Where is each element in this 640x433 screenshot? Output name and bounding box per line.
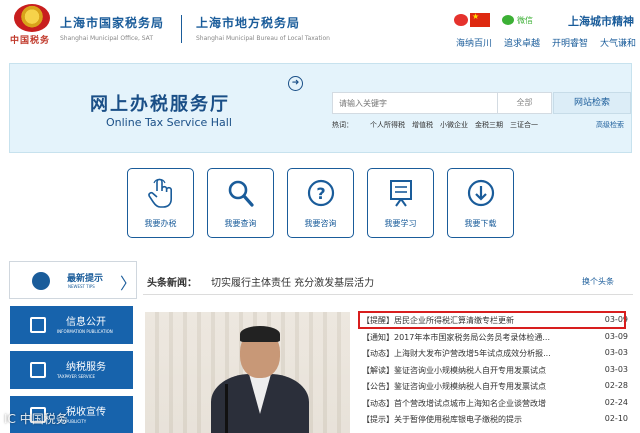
handle-tax-button[interactable]: 我要办税	[127, 168, 194, 238]
news-item-title[interactable]: 【提示】关于暂停使用税库银电子缴税的提示	[362, 414, 588, 425]
city-spirit-title: 上海城市精神	[568, 15, 634, 28]
news-item-date: 03-03	[604, 348, 628, 357]
site-header: 中国税务 上海市国家税务局 Shanghai Municipal Office,…	[0, 0, 640, 58]
taxpayer-service-label-en: TAXPAYER SERVICE	[57, 374, 96, 379]
news-item-title[interactable]: 【动态】首个营改增试点城市上海知名企业谈营改增	[362, 398, 588, 409]
local-tax-bureau-logo[interactable]: 上海市地方税务局 Shanghai Municipal Bureau of Lo…	[196, 14, 330, 42]
news-item-date: 02-10	[604, 414, 628, 423]
spirit-word: 追求卓越	[503, 39, 540, 49]
learn-button[interactable]: 我要学习	[367, 168, 434, 238]
svg-text:?: ?	[316, 184, 325, 203]
microphone-icon	[225, 384, 228, 433]
consult-button[interactable]: ? 我要咨询	[287, 168, 354, 238]
photo-person-hair	[240, 326, 280, 342]
download-label: 我要下载	[464, 219, 497, 228]
chevron-right-icon: 〉	[120, 274, 137, 293]
header-divider	[181, 15, 182, 43]
tax-emblem-icon	[14, 4, 50, 32]
site-search-button[interactable]: 网站检索	[553, 92, 631, 114]
document-icon	[30, 317, 46, 333]
query-button[interactable]: 我要查询	[207, 168, 274, 238]
lightbulb-icon	[32, 272, 50, 290]
weibo-icon[interactable]	[454, 14, 468, 26]
news-item-title[interactable]: 【动态】上海财大发布沪营改增5年试点成效分析报...	[362, 348, 588, 359]
headline-news-link[interactable]: 切实履行主体责任 充分激发基层活力	[211, 274, 374, 289]
news-item[interactable]: 【公告】鉴证咨询业小规模纳税人自开专用发票试点 02-28	[362, 380, 630, 397]
taxpayer-service-button[interactable]: 纳税服务 TAXPAYER SERVICE	[10, 351, 133, 389]
question-icon: ?	[288, 177, 353, 209]
hot-keywords: 个人所得税 增值税 小微企业 金税三期 三证合一	[370, 120, 538, 130]
spirit-word: 海纳百川	[456, 39, 493, 49]
sat-office-logo[interactable]: 上海市国家税务局 Shanghai Municipal Office, SAT	[60, 14, 164, 42]
download-icon	[448, 177, 513, 209]
local-tax-bureau-name: 上海市地方税务局	[196, 16, 301, 30]
query-label: 我要查询	[224, 219, 257, 228]
headline-news-label: 头条新闻：	[147, 278, 197, 289]
news-item[interactable]: 【动态】上海财大发布沪营改增5年试点成效分析报... 03-03	[362, 347, 630, 364]
news-item[interactable]: 【动态】首个营改增试点城市上海知名企业谈营改增 02-24	[362, 397, 630, 414]
learn-label: 我要学习	[384, 219, 417, 228]
download-button[interactable]: 我要下载	[447, 168, 514, 238]
news-divider	[143, 294, 633, 295]
search-scope-select[interactable]: 全部	[498, 92, 552, 114]
online-tax-hall-banner: 网上办税服务厅 Online Tax Service Hall ➜ 全部 网站检…	[9, 63, 632, 153]
news-item-title[interactable]: 【公告】鉴证咨询业小规模纳税人自开专用发票试点	[362, 381, 588, 392]
tax-publicity-label: 税收宣传	[66, 407, 106, 418]
info-publication-button[interactable]: 信息公开 INFORMATION PUBLICATION	[10, 306, 133, 344]
header-right: 微信 上海城市精神 海纳百川 追求卓越 开明睿智 大气谦和	[454, 10, 636, 50]
sat-office-name-en: Shanghai Municipal Office, SAT	[60, 35, 153, 42]
hot-keyword[interactable]: 三证合一	[510, 120, 538, 130]
news-item-date: 03-09	[604, 331, 628, 341]
news-item-date: 03-03	[604, 364, 628, 374]
news-item-date: 02-28	[604, 381, 628, 390]
hall-title[interactable]: 网上办税服务厅	[90, 90, 230, 116]
wechat-icon[interactable]	[502, 15, 514, 25]
hand-pointer-icon	[128, 177, 193, 209]
hot-keyword[interactable]: 增值税	[412, 120, 433, 130]
china-flag-icon	[470, 12, 490, 27]
hot-keyword[interactable]: 个人所得税	[370, 120, 405, 130]
consult-label: 我要咨询	[304, 219, 337, 228]
enter-arrow-icon[interactable]: ➜	[288, 76, 303, 91]
advanced-search-link[interactable]: 高级检索	[596, 120, 624, 130]
hot-words-label: 热词：	[332, 121, 353, 129]
search-icon	[208, 177, 273, 209]
news-item[interactable]: 【通知】2017年本市国家税务局公务员考录体检通... 03-09	[362, 331, 630, 348]
newest-tips-label-en: NEWEST TIPS	[68, 284, 95, 289]
news-item[interactable]: 【解读】鉴证咨询业小规模纳税人自开专用发票试点 03-03	[362, 364, 630, 381]
taxpayer-service-label: 纳税服务	[66, 362, 106, 373]
city-spirit-words: 海纳百川 追求卓越 开明睿智 大气谦和	[456, 36, 636, 49]
change-headline-link[interactable]: 换个头条	[582, 276, 614, 287]
news-item-date: 02-24	[604, 397, 628, 407]
local-tax-bureau-name-en: Shanghai Municipal Bureau of Local Taxat…	[196, 35, 330, 42]
news-item-title[interactable]: 【解读】鉴证咨询业小规模纳税人自开专用发票试点	[362, 365, 588, 376]
news-item[interactable]: 【提示】关于暂停使用税库银电子缴税的提示 02-10	[362, 413, 630, 430]
watermark: IC 中国税务	[4, 412, 68, 426]
emblem-caption: 中国税务	[10, 36, 51, 46]
sat-office-name: 上海市国家税务局	[60, 16, 165, 30]
news-photo[interactable]	[145, 312, 350, 433]
newest-tips-label: 最新提示	[67, 274, 104, 284]
news-item-title[interactable]: 【通知】2017年本市国家税务局公务员考录体检通...	[362, 332, 588, 343]
spirit-word: 大气谦和	[599, 39, 636, 49]
hot-keyword[interactable]: 金税三期	[475, 120, 503, 130]
info-publication-label-en: INFORMATION PUBLICATION	[57, 329, 113, 334]
spirit-word: 开明睿智	[551, 39, 588, 49]
news-list: 【提醒】居民企业所得税汇算清缴专栏更新 03-09 【通知】2017年本市国家税务…	[362, 314, 630, 430]
hot-keyword[interactable]: 小微企业	[440, 120, 468, 130]
service-icon	[30, 362, 46, 378]
wechat-label[interactable]: 微信	[517, 15, 533, 26]
newest-tips-button[interactable]: 最新提示 NEWEST TIPS 〉	[9, 261, 137, 299]
presentation-board-icon	[368, 177, 433, 209]
info-publication-label: 信息公开	[66, 317, 106, 328]
highlight-box	[358, 311, 626, 329]
handle-tax-label: 我要办税	[144, 219, 177, 228]
hall-subtitle[interactable]: Online Tax Service Hall	[106, 116, 232, 129]
search-input[interactable]	[332, 92, 498, 114]
